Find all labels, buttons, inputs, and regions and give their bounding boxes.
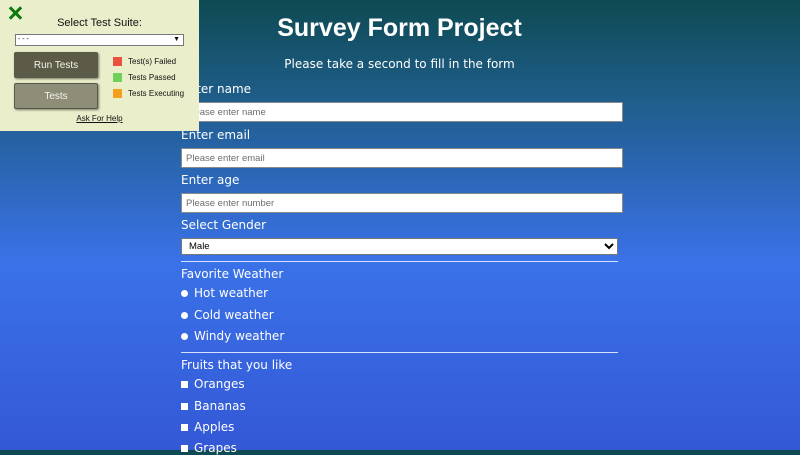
section-divider bbox=[181, 352, 618, 353]
ask-for-help-link[interactable]: Ask For Help bbox=[0, 114, 199, 123]
legend-label: Test(s) Failed bbox=[128, 57, 177, 66]
radio-button[interactable] bbox=[181, 311, 188, 319]
fruit-option-label: Apples bbox=[194, 420, 235, 434]
fruit-option-label: Oranges bbox=[194, 377, 245, 391]
checkbox[interactable] bbox=[181, 423, 188, 431]
checkbox[interactable] bbox=[181, 380, 188, 388]
weather-option-label: Windy weather bbox=[194, 329, 285, 343]
section-divider bbox=[181, 261, 618, 262]
suite-select[interactable]: - - - ▼ bbox=[15, 34, 184, 46]
gender-select[interactable]: Male bbox=[181, 238, 618, 255]
suite-label: Select Test Suite: bbox=[57, 17, 142, 29]
gender-label: Select Gender bbox=[181, 218, 267, 232]
fruit-option-apples[interactable]: Apples bbox=[181, 420, 234, 434]
name-input[interactable] bbox=[181, 102, 623, 122]
email-input[interactable] bbox=[181, 148, 623, 168]
tests-button[interactable]: Tests bbox=[14, 83, 98, 109]
test-suite-panel: Select Test Suite: - - - ▼ Run Tests Tes… bbox=[0, 0, 199, 131]
radio-button[interactable] bbox=[181, 289, 188, 297]
executing-swatch bbox=[113, 89, 122, 98]
fruit-option-bananas[interactable]: Bananas bbox=[181, 399, 246, 413]
failed-swatch bbox=[113, 57, 122, 66]
weather-option-label: Hot weather bbox=[194, 286, 269, 300]
checkbox[interactable] bbox=[181, 444, 188, 452]
passed-swatch bbox=[113, 73, 122, 82]
weather-option-cold[interactable]: Cold weather bbox=[181, 308, 274, 322]
legend-item-executing: Tests Executing bbox=[113, 89, 184, 98]
chevron-down-icon: ▼ bbox=[173, 36, 180, 43]
fruit-option-grapes[interactable]: Grapes bbox=[181, 441, 237, 455]
radio-button[interactable] bbox=[181, 332, 188, 340]
legend-label: Tests Executing bbox=[128, 89, 185, 98]
weather-label: Favorite Weather bbox=[181, 267, 284, 281]
checkbox[interactable] bbox=[181, 402, 188, 410]
suite-select-value: - - - bbox=[18, 36, 29, 43]
run-tests-button[interactable]: Run Tests bbox=[14, 52, 98, 78]
fruits-label: Fruits that you like bbox=[181, 358, 293, 372]
legend-item-failed: Test(s) Failed bbox=[113, 57, 176, 66]
legend-item-passed: Tests Passed bbox=[113, 73, 176, 82]
fruit-option-oranges[interactable]: Oranges bbox=[181, 377, 245, 391]
weather-option-hot[interactable]: Hot weather bbox=[181, 286, 268, 300]
page-title: Survey Form Project bbox=[277, 14, 522, 42]
age-input[interactable] bbox=[181, 193, 623, 213]
legend-label: Tests Passed bbox=[128, 73, 176, 82]
fruit-option-label: Bananas bbox=[194, 399, 246, 413]
fruit-option-label: Grapes bbox=[194, 441, 237, 455]
weather-option-windy[interactable]: Windy weather bbox=[181, 329, 284, 343]
page-subtitle: Please take a second to fill in the form bbox=[284, 57, 515, 71]
age-label: Enter age bbox=[181, 173, 240, 187]
weather-option-label: Cold weather bbox=[194, 308, 274, 322]
